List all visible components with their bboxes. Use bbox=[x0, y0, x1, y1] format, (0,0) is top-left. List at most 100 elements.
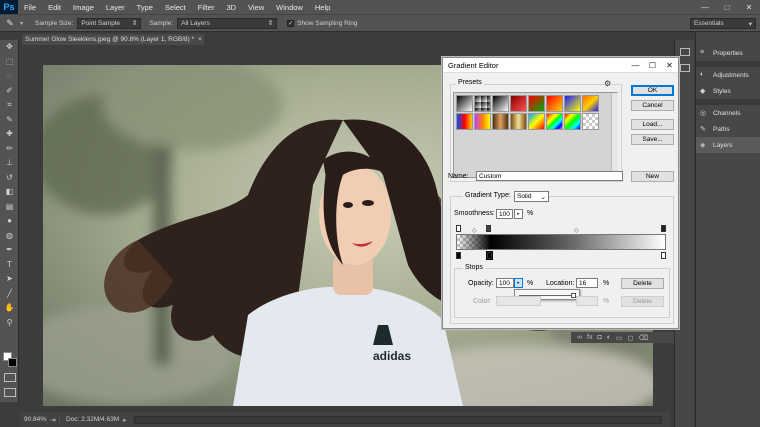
trash-icon[interactable]: ⌫ bbox=[638, 334, 648, 342]
link-icon[interactable]: ∞ bbox=[577, 334, 582, 341]
preset-swatch[interactable] bbox=[564, 95, 581, 112]
menu-type[interactable]: Type bbox=[131, 3, 159, 12]
preset-swatch[interactable] bbox=[582, 95, 599, 112]
new-layer-icon[interactable]: ◻ bbox=[628, 334, 634, 342]
panel-channels[interactable]: ◎ Channels bbox=[696, 105, 760, 121]
history-icon[interactable] bbox=[679, 48, 690, 56]
menu-edit[interactable]: Edit bbox=[42, 3, 67, 12]
sample-size-dropdown[interactable]: Point Sample ⇕ bbox=[77, 17, 142, 29]
preset-swatch[interactable] bbox=[546, 113, 563, 130]
preset-swatch[interactable] bbox=[510, 113, 527, 130]
menu-image[interactable]: Image bbox=[67, 3, 100, 12]
preset-swatch[interactable] bbox=[582, 113, 599, 130]
panel-styles[interactable]: ◆ Styles bbox=[696, 83, 760, 99]
opacity-stop[interactable] bbox=[456, 225, 461, 232]
smoothness-slider-toggle-icon[interactable]: ▸ bbox=[514, 209, 523, 219]
cancel-button[interactable]: Cancel bbox=[631, 100, 674, 111]
clone-stamp-tool-icon[interactable]: ⊥ bbox=[0, 156, 19, 171]
save-button[interactable]: Save... bbox=[631, 134, 674, 145]
horizontal-scrollbar[interactable] bbox=[134, 415, 662, 424]
opacity-input[interactable]: 100 bbox=[496, 278, 514, 288]
sample-dropdown[interactable]: All Layers ⇕ bbox=[177, 17, 278, 29]
menu-filter[interactable]: Filter bbox=[192, 3, 221, 12]
navigator-icon[interactable] bbox=[679, 64, 690, 72]
location-input[interactable]: 16 bbox=[576, 278, 598, 288]
close-icon[interactable]: ✕ bbox=[738, 3, 760, 12]
preset-swatch[interactable] bbox=[492, 95, 509, 112]
preset-swatch[interactable] bbox=[492, 113, 509, 130]
preset-swatch[interactable] bbox=[546, 95, 563, 112]
eyedropper-icon[interactable]: ✎ bbox=[0, 18, 20, 29]
color-stop[interactable] bbox=[661, 252, 666, 259]
minimize-icon[interactable]: — bbox=[694, 3, 716, 12]
load-button[interactable]: Load... bbox=[631, 119, 674, 130]
maximize-icon[interactable]: ☐ bbox=[644, 61, 661, 70]
gradient-tool-icon[interactable]: ▤ bbox=[0, 200, 19, 215]
menu-select[interactable]: Select bbox=[159, 3, 192, 12]
panel-properties[interactable]: ≡ Properties bbox=[696, 45, 760, 61]
preset-swatch[interactable] bbox=[474, 95, 491, 112]
screen-mode-icon[interactable] bbox=[4, 388, 16, 397]
close-icon[interactable]: ✕ bbox=[661, 61, 678, 70]
gradient-preview-bar[interactable] bbox=[456, 234, 666, 250]
preset-swatch[interactable] bbox=[474, 113, 491, 130]
quick-select-tool-icon[interactable]: ✐ bbox=[0, 84, 19, 99]
new-button[interactable]: New bbox=[631, 171, 674, 182]
midpoint-diamond-icon[interactable]: ◇ bbox=[574, 227, 579, 234]
line-tool-icon[interactable]: ╱ bbox=[0, 287, 19, 302]
eyedropper-tool-icon[interactable]: ✎ bbox=[0, 113, 19, 128]
panel-adjustments[interactable]: ◐ Adjustments bbox=[696, 67, 760, 83]
maximize-icon[interactable]: □ bbox=[716, 3, 738, 12]
menu-file[interactable]: File bbox=[18, 3, 42, 12]
menu-window[interactable]: Window bbox=[270, 3, 309, 12]
preset-swatch[interactable] bbox=[528, 95, 545, 112]
type-tool-icon[interactable]: T bbox=[0, 258, 19, 273]
panel-paths[interactable]: ✎ Paths bbox=[696, 121, 760, 137]
adjustment-layer-icon[interactable]: ◐ bbox=[607, 334, 611, 341]
group-icon[interactable]: ▭ bbox=[616, 334, 623, 342]
marquee-tool-icon[interactable]: ⬚ bbox=[0, 55, 19, 70]
hand-tool-icon[interactable]: ✋ bbox=[0, 301, 19, 316]
smoothness-input[interactable]: 100 bbox=[496, 209, 513, 219]
delete-opacity-stop-button[interactable]: Delete bbox=[621, 278, 664, 289]
tool-preset-chevron-icon[interactable]: ▾ bbox=[20, 20, 23, 27]
ok-button[interactable]: OK bbox=[631, 85, 674, 96]
crop-tool-icon[interactable]: ⌗ bbox=[0, 98, 19, 113]
mask-icon[interactable]: ◘ bbox=[597, 334, 601, 341]
panel-layers[interactable]: ◈ Layers bbox=[696, 137, 760, 153]
preset-scrollbar[interactable] bbox=[611, 93, 618, 177]
menu-help[interactable]: Help bbox=[309, 3, 336, 12]
path-select-tool-icon[interactable]: ➤ bbox=[0, 272, 19, 287]
menu-3d[interactable]: 3D bbox=[220, 3, 242, 12]
zoom-tool-icon[interactable]: ⚲ bbox=[0, 316, 19, 331]
menu-layer[interactable]: Layer bbox=[100, 3, 131, 12]
preset-swatch[interactable] bbox=[528, 113, 545, 130]
preset-swatch[interactable] bbox=[564, 113, 581, 130]
delete-color-stop-button[interactable]: Delete bbox=[621, 296, 664, 307]
brush-tool-icon[interactable]: ✏ bbox=[0, 142, 19, 157]
eraser-tool-icon[interactable]: ◧ bbox=[0, 185, 19, 200]
zoom-level[interactable]: 90.84% bbox=[20, 416, 46, 423]
gradient-type-dropdown[interactable]: Solid ⌄ bbox=[514, 191, 549, 202]
move-tool-icon[interactable]: ✥ bbox=[0, 40, 19, 55]
tab-close-icon[interactable]: × bbox=[198, 36, 202, 43]
preset-swatch[interactable] bbox=[510, 95, 527, 112]
document-tab[interactable]: Summer Glow Sleeklens.jpeg @ 90.8% (Laye… bbox=[22, 34, 204, 45]
dodge-tool-icon[interactable]: ◍ bbox=[0, 229, 19, 244]
show-sampling-ring-checkbox[interactable]: ✓ bbox=[287, 19, 295, 27]
background-color-swatch[interactable] bbox=[8, 358, 17, 367]
workspace-dropdown[interactable]: Essentials ▾ bbox=[690, 18, 756, 29]
lasso-tool-icon[interactable]: ◌ bbox=[0, 69, 19, 84]
opacity-slider-toggle-icon[interactable]: ▸ bbox=[514, 278, 523, 288]
midpoint-diamond-icon[interactable]: ◇ bbox=[472, 227, 477, 234]
color-stop[interactable] bbox=[456, 252, 461, 259]
healing-brush-tool-icon[interactable]: ✚ bbox=[0, 127, 19, 142]
blur-tool-icon[interactable]: ● bbox=[0, 214, 19, 229]
gear-icon[interactable]: ⚙ bbox=[604, 79, 611, 88]
dialog-titlebar[interactable]: Gradient Editor — ☐ ✕ bbox=[443, 58, 678, 73]
fx-icon[interactable]: fx bbox=[587, 334, 592, 341]
preset-swatch[interactable] bbox=[456, 113, 473, 130]
document-size[interactable]: Doc: 2.32M/4.63M bbox=[60, 416, 119, 423]
preset-swatch[interactable] bbox=[456, 95, 473, 112]
minimize-icon[interactable]: — bbox=[627, 61, 644, 70]
